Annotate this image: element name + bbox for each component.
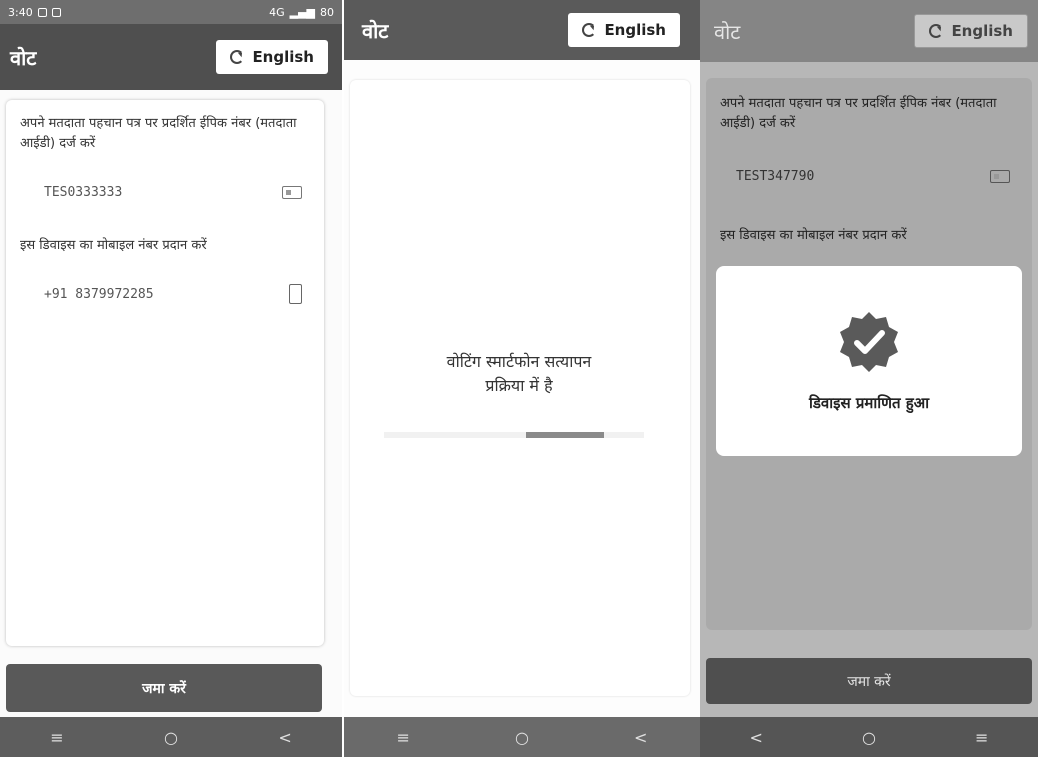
- language-label: English: [951, 22, 1013, 40]
- nav-bar: ≡ ○ <: [344, 717, 700, 757]
- language-label: English: [604, 21, 666, 39]
- language-toggle-button[interactable]: English: [216, 40, 328, 74]
- epic-input[interactable]: TES0333333: [20, 172, 310, 212]
- epic-value: TEST347790: [736, 168, 815, 184]
- success-message: डिवाइस प्रमाणित हुआ: [808, 394, 930, 412]
- mobile-prompt: इस डिवाइस का मोबाइल नंबर प्रदान करें: [720, 228, 907, 243]
- notification-icon: [51, 7, 61, 17]
- verification-line: प्रक्रिया में है: [485, 376, 553, 395]
- refresh-icon: [582, 23, 597, 37]
- screen-verified: वोट English अपने मतदाता पहचान पत्र पर प्…: [700, 0, 1038, 757]
- phone-icon: [289, 284, 302, 304]
- success-dialog: डिवाइस प्रमाणित हुआ: [716, 266, 1022, 456]
- app-header: वोट English: [700, 0, 1038, 62]
- nav-bar: ≡ ○ <: [0, 717, 342, 757]
- language-toggle-button[interactable]: English: [914, 14, 1028, 48]
- submit-button[interactable]: जमा करें: [706, 658, 1032, 704]
- verification-message: वोटिंग स्मार्टफोन सत्यापन प्रक्रिया में …: [374, 350, 664, 398]
- id-card-icon: [282, 185, 302, 199]
- verification-line: वोटिंग स्मार्टफोन सत्यापन: [446, 352, 592, 371]
- app-header: वोट English: [344, 0, 700, 60]
- home-icon[interactable]: ○: [515, 728, 529, 747]
- app-header: वोट English: [0, 24, 342, 90]
- screen-entry: 3:40 4G ▂▄▆ 80 वोट English अपने मतदाता प…: [0, 0, 342, 757]
- notification-icon: [37, 7, 47, 17]
- language-toggle-button[interactable]: English: [568, 13, 680, 47]
- menu-icon[interactable]: ≡: [50, 728, 63, 747]
- back-icon[interactable]: <: [278, 728, 291, 747]
- back-icon[interactable]: <: [750, 728, 763, 747]
- progress-bar: [384, 432, 644, 438]
- signal-icon: ▂▄▆: [289, 5, 315, 19]
- form-card: अपने मतदाता पहचान पत्र पर प्रदर्शित ईपिक…: [6, 100, 324, 646]
- mobile-input[interactable]: +91 8379972285: [20, 274, 310, 314]
- id-card-icon: [990, 169, 1010, 183]
- app-title: वोट: [10, 45, 37, 70]
- epic-value: TES0333333: [44, 184, 123, 200]
- language-label: English: [252, 48, 314, 66]
- mobile-value: +91 8379972285: [44, 286, 154, 302]
- nav-bar: < ○ ≡: [700, 717, 1038, 757]
- status-time: 3:40: [8, 5, 33, 19]
- status-bar: 3:40 4G ▂▄▆ 80: [0, 0, 342, 24]
- epic-prompt: अपने मतदाता पहचान पत्र पर प्रदर्शित ईपिक…: [720, 96, 997, 131]
- epic-input[interactable]: TEST347790: [720, 156, 1018, 196]
- refresh-icon: [230, 50, 245, 64]
- home-icon[interactable]: ○: [862, 728, 876, 747]
- refresh-icon: [929, 24, 944, 38]
- menu-icon[interactable]: ≡: [975, 728, 988, 747]
- menu-icon[interactable]: ≡: [397, 728, 410, 747]
- progress-fill: [526, 432, 604, 438]
- submit-button[interactable]: जमा करें: [6, 664, 322, 712]
- verified-badge-icon: [840, 312, 898, 372]
- epic-prompt: अपने मतदाता पहचान पत्र पर प्रदर्शित ईपिक…: [20, 116, 297, 151]
- back-icon[interactable]: <: [634, 728, 647, 747]
- mobile-prompt: इस डिवाइस का मोबाइल नंबर प्रदान करें: [20, 238, 207, 253]
- network-label: 4G: [269, 5, 285, 19]
- home-icon[interactable]: ○: [164, 728, 178, 747]
- app-title: वोट: [714, 19, 741, 44]
- app-title: वोट: [362, 18, 389, 43]
- battery-level: 80: [320, 5, 334, 19]
- screen-verifying: वोट English वोटिंग स्मार्टफोन सत्यापन प्…: [344, 0, 700, 757]
